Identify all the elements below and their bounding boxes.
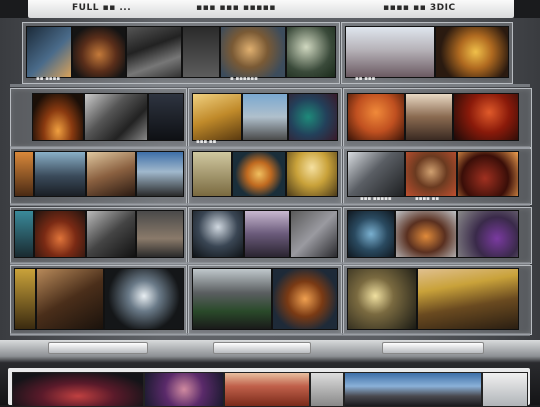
photo-thumbnail[interactable] — [34, 210, 86, 258]
filmstrip-thumbnail[interactable] — [482, 372, 528, 407]
top-toolbar: FULL ▪▪ ... ▪▪▪ ▪▪▪ ▪▪▪▪▪ ▪▪▪▪ ▪▪ 3DIC — [28, 0, 514, 19]
photo-thumbnail[interactable] — [347, 93, 405, 141]
photo-thumbnail[interactable] — [347, 268, 417, 330]
photo-thumbnail[interactable] — [272, 268, 338, 330]
photo-thumbnail[interactable] — [86, 210, 136, 258]
photo-thumbnail[interactable] — [244, 210, 290, 258]
photo-thumbnail[interactable] — [14, 151, 34, 197]
photo-thumbnail[interactable] — [220, 26, 286, 78]
photo-thumbnail[interactable] — [405, 151, 457, 197]
photo-thumbnail[interactable] — [232, 151, 286, 197]
photo-thumbnail[interactable] — [72, 26, 126, 78]
photo-thumbnail[interactable] — [14, 268, 36, 330]
photo-thumbnail[interactable] — [26, 26, 72, 78]
filmstrip-thumbnail[interactable] — [310, 372, 344, 407]
photo-thumbnail[interactable] — [405, 93, 453, 141]
shelf-divider — [10, 203, 530, 206]
photo-caption: ▪▪▪▪ ▪▪ — [415, 196, 440, 202]
photo-thumbnail[interactable] — [136, 151, 184, 197]
photo-thumbnail[interactable] — [182, 26, 220, 78]
photo-thumbnail[interactable] — [192, 210, 244, 258]
photo-thumbnail[interactable] — [192, 151, 232, 197]
photo-caption: ▪ ▪▪▪▪▪▪ — [230, 76, 258, 82]
photo-caption: ▪▪▪ ▪▪▪▪▪ — [360, 196, 392, 202]
photo-thumbnail[interactable] — [104, 268, 184, 330]
photo-thumbnail[interactable] — [286, 151, 338, 197]
photo-thumbnail[interactable] — [453, 93, 519, 141]
photo-thumbnail[interactable] — [417, 268, 519, 330]
filmstrip-thumbnail[interactable] — [224, 372, 310, 407]
photo-caption: ▪▪ ▪▪▪ — [355, 76, 376, 82]
shelf-divider — [10, 146, 530, 149]
photo-thumbnail[interactable] — [192, 93, 242, 141]
photo-thumbnail[interactable] — [345, 26, 435, 78]
photo-thumbnail[interactable] — [347, 210, 395, 258]
filmstrip-thumbnail[interactable] — [344, 372, 482, 407]
photo-thumbnail[interactable] — [286, 26, 336, 78]
header-right-text: ▪▪▪▪ ▪▪ 3DIC — [383, 3, 456, 13]
header-middle-text: ▪▪▪ ▪▪▪ ▪▪▪▪▪ — [196, 3, 276, 13]
photo-thumbnail[interactable] — [192, 268, 272, 330]
header-left-text: FULL ▪▪ ... — [72, 3, 132, 13]
photo-thumbnail[interactable] — [457, 210, 519, 258]
photo-thumbnail[interactable] — [32, 93, 84, 141]
photo-caption: ▪▪ ▪▪▪▪ — [36, 76, 61, 82]
shelf-divider — [10, 333, 530, 336]
photo-thumbnail[interactable] — [242, 93, 288, 141]
photo-thumbnail[interactable] — [34, 151, 86, 197]
photo-thumbnail[interactable] — [435, 26, 509, 78]
shelf-divider — [10, 262, 530, 265]
photo-thumbnail[interactable] — [84, 93, 148, 141]
drawer-handle[interactable] — [48, 342, 148, 354]
photo-thumbnail[interactable] — [457, 151, 519, 197]
filmstrip-thumbnail[interactable] — [144, 372, 224, 407]
photo-thumbnail[interactable] — [86, 151, 136, 197]
filmstrip-thumbnail[interactable] — [12, 372, 144, 407]
photo-thumbnail[interactable] — [126, 26, 182, 78]
shelf-divider — [10, 84, 530, 87]
photo-thumbnail[interactable] — [347, 151, 405, 197]
photo-thumbnail[interactable] — [36, 268, 104, 330]
drawer-handle[interactable] — [213, 342, 311, 354]
photo-thumbnail[interactable] — [148, 93, 184, 141]
photo-thumbnail[interactable] — [14, 210, 34, 258]
photo-thumbnail[interactable] — [395, 210, 457, 258]
photo-thumbnail[interactable] — [288, 93, 338, 141]
photo-caption: ▪▪▪ ▪▪ — [196, 139, 217, 145]
drawer-handle[interactable] — [382, 342, 484, 354]
photo-thumbnail[interactable] — [136, 210, 184, 258]
photo-thumbnail[interactable] — [290, 210, 338, 258]
